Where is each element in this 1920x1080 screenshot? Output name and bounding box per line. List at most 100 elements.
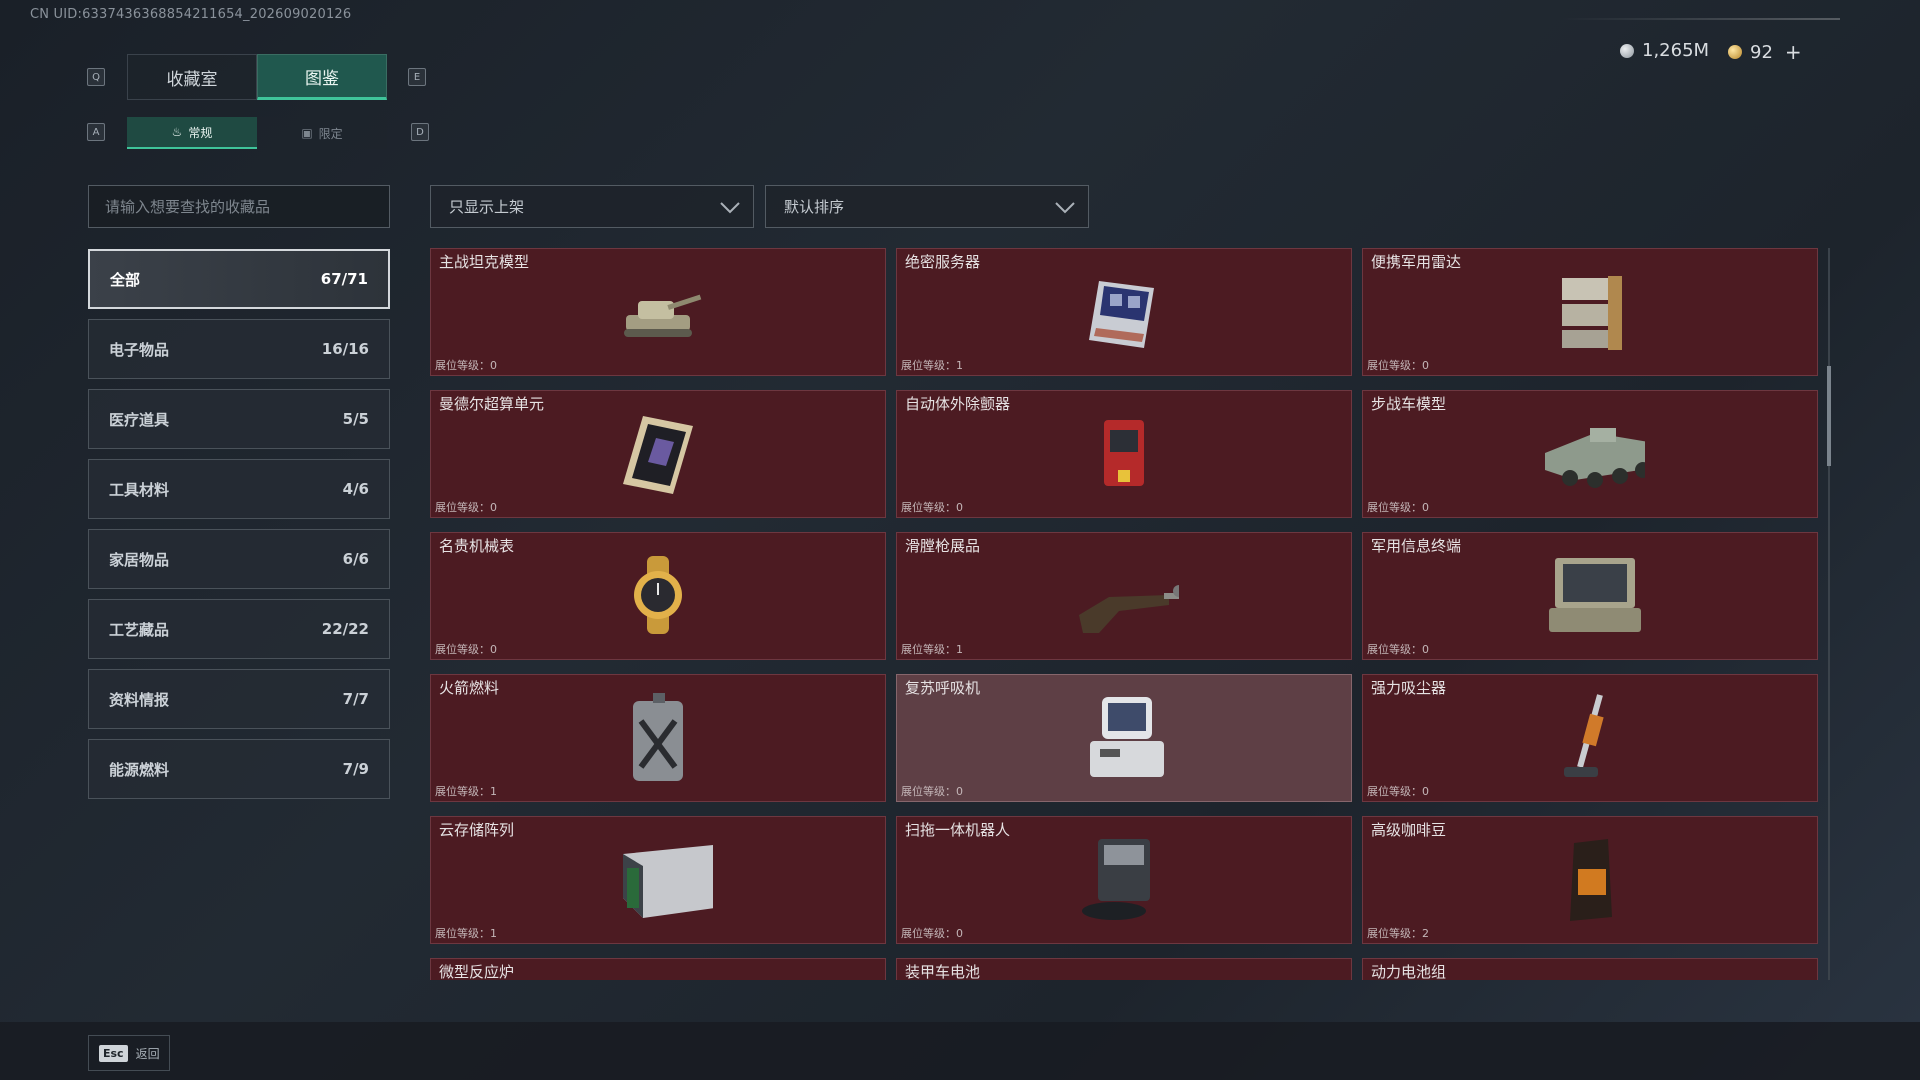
booth-level: 展位等级：1 [435, 785, 497, 798]
search-input[interactable]: 请输入想要查找的收藏品 [88, 185, 390, 228]
booth-level: 展位等级：0 [901, 927, 963, 940]
booth-level: 展位等级：1 [435, 927, 497, 940]
card-title: 名贵机械表 [439, 537, 515, 555]
booth-level: 展位等级：0 [1367, 785, 1429, 798]
category-count: 67/71 [320, 270, 368, 288]
radar-icon [1535, 261, 1645, 361]
collection-card[interactable]: 军用信息终端 展位等级：0 [1362, 532, 1818, 660]
category-item[interactable]: 资料情报 7/7 [88, 669, 390, 729]
collection-card[interactable]: 火箭燃料展位等级：1 [430, 674, 886, 802]
collection-card[interactable]: 微型反应炉 [430, 958, 886, 980]
category-item[interactable]: 能源燃料 7/9 [88, 739, 390, 799]
card-title: 曼德尔超算单元 [439, 395, 545, 413]
tank-icon [603, 261, 713, 361]
category-count: 22/22 [321, 620, 369, 638]
category-item[interactable]: 全部 67/71 [88, 249, 390, 309]
collection-card[interactable]: 步战车模型 展位等级：0 [1362, 390, 1818, 518]
tab-collection[interactable]: 收藏室 [127, 54, 257, 100]
collection-card[interactable]: 滑膛枪展品 展位等级：1 [896, 532, 1352, 660]
back-button[interactable]: Esc 返回 [88, 1035, 170, 1071]
collection-card[interactable]: 动力电池组 [1362, 958, 1818, 980]
category-label: 能源燃料 [109, 760, 170, 779]
subtab-limited[interactable]: ▣ 限定 [257, 117, 387, 149]
tab-codex[interactable]: 图鉴 [257, 54, 387, 100]
collection-card[interactable]: 强力吸尘器展位等级：0 [1362, 674, 1818, 802]
terminal-icon [1535, 545, 1645, 645]
supercomputer-icon [603, 403, 713, 503]
chevron-down-icon [720, 201, 740, 213]
collection-card[interactable]: 复苏呼吸机 展位等级：0 [896, 674, 1352, 802]
card-title: 动力电池组 [1371, 963, 1447, 980]
collection-card[interactable]: 绝密服务器展位等级：1 [896, 248, 1352, 376]
card-title: 强力吸尘器 [1371, 679, 1447, 697]
key-e-hint: E [408, 68, 426, 86]
category-item[interactable]: 电子物品 16/16 [88, 319, 390, 379]
gold-coin-icon [1728, 45, 1742, 59]
image-icon: ▣ [301, 126, 313, 140]
filter-dropdown[interactable]: 只显示上架 [430, 185, 754, 228]
category-item[interactable]: 工具材料 4/6 [88, 459, 390, 519]
sort-dropdown[interactable]: 默认排序 [765, 185, 1089, 228]
category-label: 工具材料 [109, 480, 170, 499]
item-grid: 主战坦克模型 展位等级：0 绝密服务器 展位等级：1 便携军用雷达 展位等级：0 曼德尔超算… [430, 248, 1818, 980]
silver-currency: 1,265M [1620, 40, 1709, 61]
robot-mop-icon [1069, 829, 1179, 929]
collection-card[interactable]: 主战坦克模型展位等级：0 [430, 248, 886, 376]
subtab-regular[interactable]: ♨ 常规 [127, 117, 257, 149]
category-item[interactable]: 医疗道具 5/5 [88, 389, 390, 449]
booth-level: 展位等级：0 [1367, 643, 1429, 656]
flame-icon: ♨ [171, 125, 183, 139]
collection-card[interactable]: 自动体外除颤器 展位等级：0 [896, 390, 1352, 518]
card-title: 绝密服务器 [905, 253, 981, 271]
booth-level: 展位等级：1 [901, 359, 963, 372]
booth-level: 展位等级：1 [901, 643, 963, 656]
card-title: 自动体外除颤器 [905, 395, 1011, 413]
category-label: 资料情报 [109, 690, 170, 709]
collection-card[interactable]: 名贵机械表展位等级：0 [430, 532, 886, 660]
chevron-down-icon [1055, 201, 1075, 213]
category-label: 工艺藏品 [109, 620, 170, 639]
category-item[interactable]: 家居物品 6/6 [88, 529, 390, 589]
battery-pack-icon [1535, 971, 1645, 980]
back-label: 返回 [135, 1046, 160, 1061]
category-count: 16/16 [321, 340, 369, 358]
gold-amount: 92 [1750, 41, 1773, 63]
esc-key-icon: Esc [99, 1044, 128, 1062]
ventilator-icon [1069, 687, 1179, 787]
collection-card[interactable]: 云存储阵列 展位等级：1 [430, 816, 886, 944]
category-label: 全部 [110, 270, 141, 289]
add-currency-button[interactable]: + [1785, 40, 1802, 64]
gold-currency[interactable]: 92 + [1728, 40, 1802, 64]
collection-card[interactable]: 便携军用雷达展位等级：0 [1362, 248, 1818, 376]
collection-card[interactable]: 曼德尔超算单元 展位等级：0 [430, 390, 886, 518]
booth-level: 展位等级：0 [435, 643, 497, 656]
sort-dropdown-label: 默认排序 [784, 198, 845, 216]
card-title: 复苏呼吸机 [905, 679, 981, 697]
musket-icon [1069, 545, 1179, 645]
card-title: 主战坦克模型 [439, 253, 530, 271]
server-icon [1069, 261, 1179, 361]
key-q-hint: Q [87, 68, 105, 86]
booth-level: 展位等级：0 [435, 359, 497, 372]
card-title: 便携军用雷达 [1371, 253, 1462, 271]
defibrillator-icon [1069, 403, 1179, 503]
collection-card[interactable]: 扫拖一体机器人 展位等级：0 [896, 816, 1352, 944]
card-title: 微型反应炉 [439, 963, 515, 980]
collection-card[interactable]: 高级咖啡豆 展位等级：2 [1362, 816, 1818, 944]
vacuum-icon [1535, 687, 1645, 787]
booth-level: 展位等级：0 [1367, 501, 1429, 514]
battery-icon [1069, 971, 1179, 980]
category-item[interactable]: 工艺藏品 22/22 [88, 599, 390, 659]
subtab-limited-label: 限定 [318, 126, 343, 141]
silver-amount: 1,265M [1642, 40, 1710, 61]
booth-level: 展位等级：0 [1367, 359, 1429, 372]
scrollbar-thumb[interactable] [1827, 366, 1831, 466]
collection-card[interactable]: 装甲车电池 [896, 958, 1352, 980]
category-count: 7/9 [342, 760, 369, 778]
coffee-bag-icon [1535, 829, 1645, 929]
card-title: 火箭燃料 [439, 679, 500, 697]
category-label: 家居物品 [109, 550, 170, 569]
category-count: 6/6 [342, 550, 369, 568]
key-a-hint: A [87, 123, 105, 141]
scrollbar-track[interactable] [1828, 248, 1830, 980]
